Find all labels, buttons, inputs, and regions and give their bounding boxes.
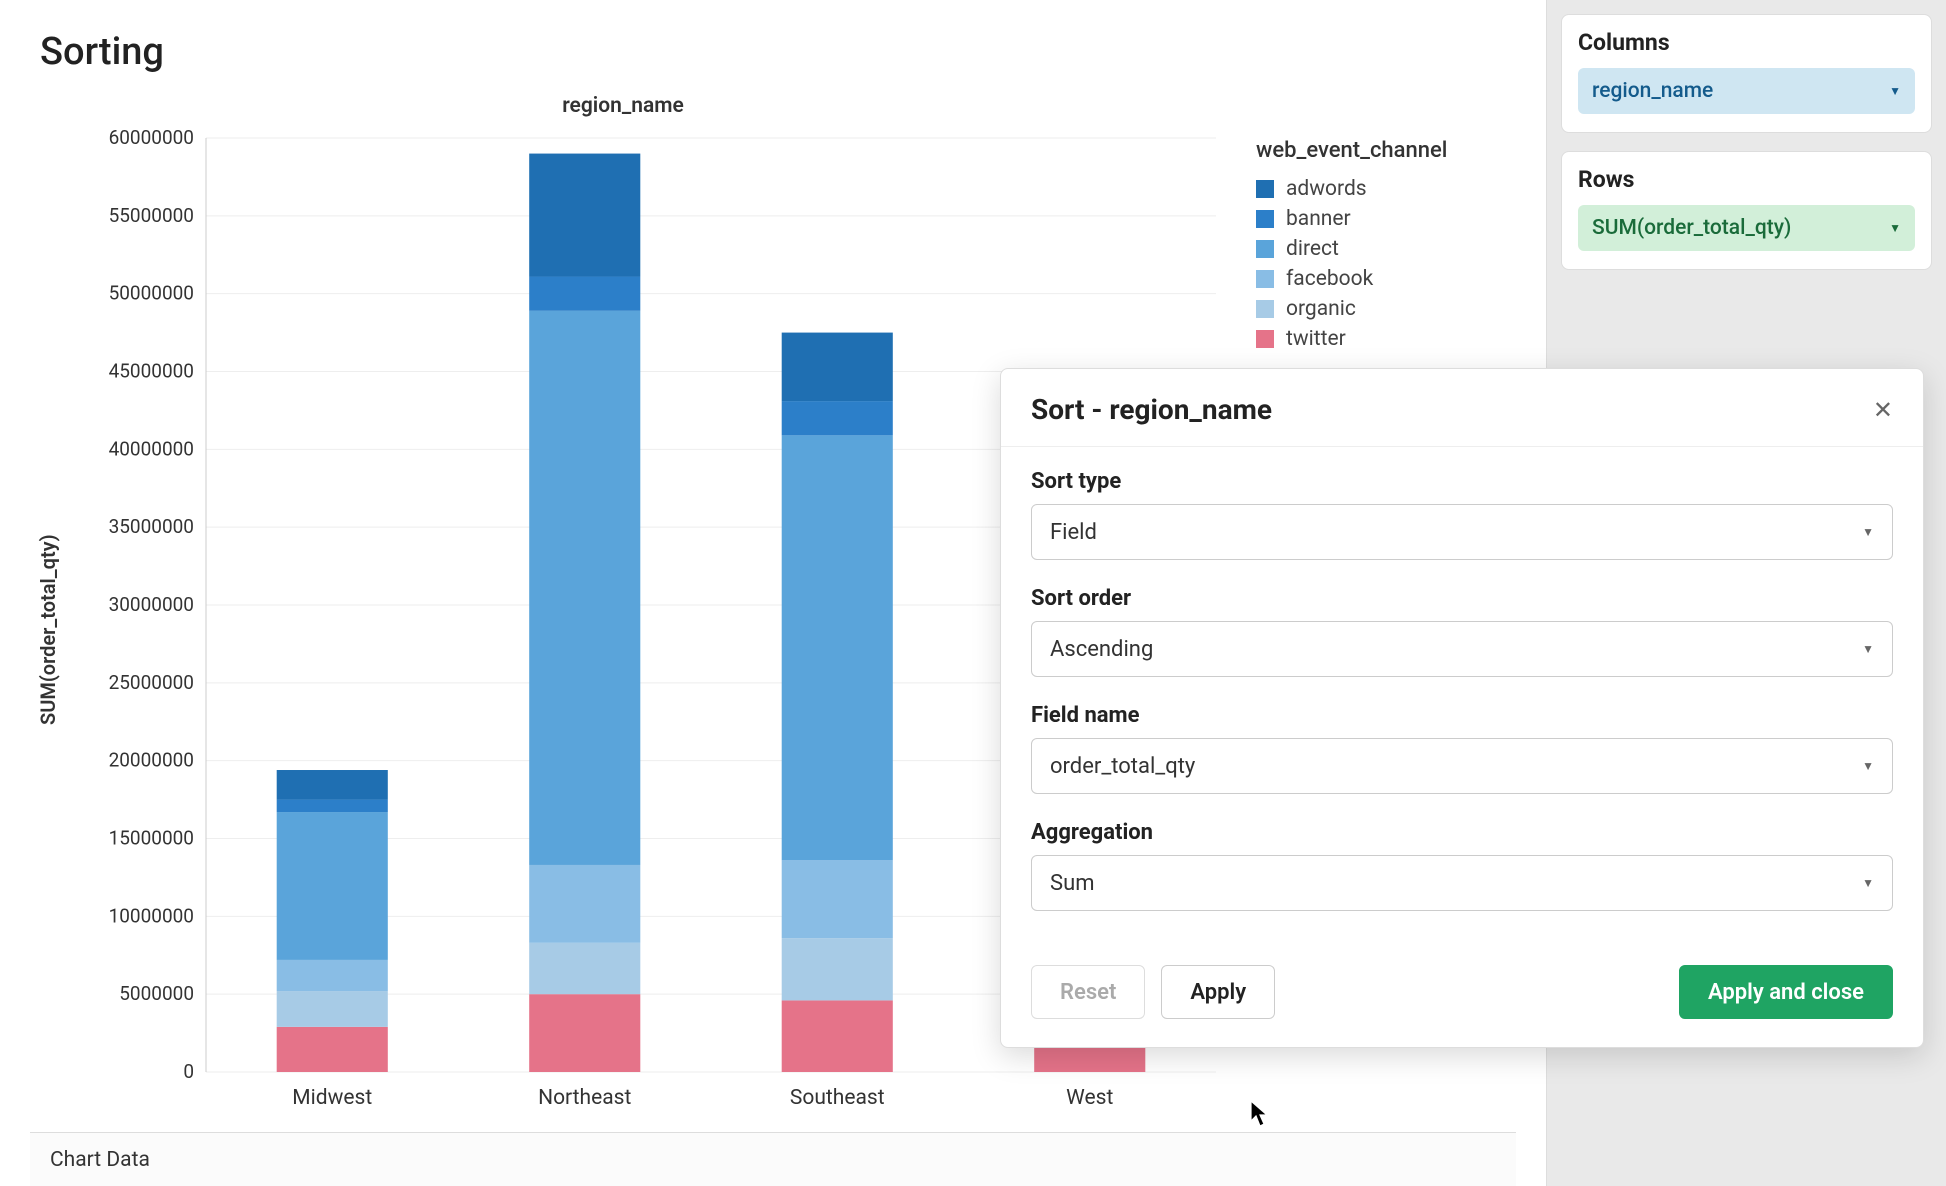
- chevron-down-icon: ▼: [1862, 759, 1874, 773]
- bar-segment[interactable]: [277, 960, 388, 991]
- legend-item[interactable]: facebook: [1256, 267, 1506, 291]
- chevron-down-icon: ▼: [1862, 876, 1874, 890]
- field-name-select[interactable]: order_total_qty ▼: [1031, 738, 1893, 794]
- legend-swatch-icon: [1256, 180, 1274, 198]
- y-tick-label: 55000000: [109, 204, 194, 227]
- chart-subtitle: region_name: [30, 94, 1516, 118]
- y-axis-label: SUM(order_total_qty): [30, 128, 66, 1132]
- y-tick-label: 15000000: [109, 827, 194, 850]
- reset-button[interactable]: Reset: [1031, 965, 1145, 1019]
- legend-swatch-icon: [1256, 270, 1274, 288]
- legend-item[interactable]: banner: [1256, 207, 1506, 231]
- sort-type-select[interactable]: Field ▼: [1031, 504, 1893, 560]
- bar-segment[interactable]: [782, 435, 893, 860]
- bar-segment[interactable]: [782, 938, 893, 1000]
- chart-data-tab[interactable]: Chart Data: [50, 1148, 150, 1172]
- bar-segment[interactable]: [277, 1027, 388, 1072]
- bar-segment[interactable]: [782, 401, 893, 435]
- columns-pill-label: region_name: [1592, 79, 1713, 103]
- modal-title: Sort - region_name: [1031, 393, 1272, 426]
- rows-panel: Rows SUM(order_total_qty) ▼: [1561, 151, 1932, 270]
- chevron-down-icon: ▼: [1862, 525, 1874, 539]
- y-tick-label: 0: [183, 1060, 194, 1083]
- y-tick-label: 10000000: [109, 904, 194, 927]
- legend-item-label: twitter: [1286, 327, 1346, 351]
- bar-segment[interactable]: [782, 860, 893, 938]
- apply-button[interactable]: Apply: [1161, 965, 1275, 1019]
- aggregation-select[interactable]: Sum ▼: [1031, 855, 1893, 911]
- chevron-down-icon: ▼: [1889, 84, 1901, 98]
- columns-panel: Columns region_name ▼: [1561, 14, 1932, 133]
- legend-swatch-icon: [1256, 210, 1274, 228]
- x-tick-label: Midwest: [292, 1086, 372, 1110]
- bar-segment[interactable]: [529, 994, 640, 1072]
- legend-swatch-icon: [1256, 300, 1274, 318]
- legend-item[interactable]: twitter: [1256, 327, 1506, 351]
- sort-order-value: Ascending: [1050, 637, 1153, 662]
- legend-item[interactable]: adwords: [1256, 177, 1506, 201]
- legend-item[interactable]: direct: [1256, 237, 1506, 261]
- legend-swatch-icon: [1256, 240, 1274, 258]
- sort-type-label: Sort type: [1031, 469, 1893, 494]
- y-tick-label: 35000000: [109, 515, 194, 538]
- rows-pill-label: SUM(order_total_qty): [1592, 216, 1791, 240]
- y-tick-label: 40000000: [109, 437, 194, 460]
- y-tick-label: 20000000: [109, 749, 194, 772]
- bar-segment[interactable]: [277, 991, 388, 1027]
- rows-title: Rows: [1578, 166, 1915, 193]
- columns-title: Columns: [1578, 29, 1915, 56]
- legend-item-label: direct: [1286, 237, 1339, 261]
- legend-swatch-icon: [1256, 330, 1274, 348]
- bar-segment[interactable]: [782, 333, 893, 401]
- sort-order-label: Sort order: [1031, 586, 1893, 611]
- bar-segment[interactable]: [529, 277, 640, 311]
- rows-pill-sum-order-total-qty[interactable]: SUM(order_total_qty) ▼: [1578, 205, 1915, 251]
- sort-modal: Sort - region_name ✕ Sort type Field ▼ S…: [1000, 368, 1924, 1048]
- bar-segment[interactable]: [277, 800, 388, 812]
- legend-item-label: organic: [1286, 297, 1356, 321]
- field-name-value: order_total_qty: [1050, 754, 1195, 779]
- bar-segment[interactable]: [529, 154, 640, 277]
- legend-item-label: facebook: [1286, 267, 1373, 291]
- y-tick-label: 5000000: [119, 982, 194, 1005]
- sort-order-select[interactable]: Ascending ▼: [1031, 621, 1893, 677]
- apply-and-close-button[interactable]: Apply and close: [1679, 965, 1893, 1019]
- sort-type-value: Field: [1050, 520, 1097, 545]
- x-tick-label: West: [1066, 1086, 1113, 1110]
- legend-title: web_event_channel: [1256, 138, 1506, 163]
- legend-item-label: adwords: [1286, 177, 1367, 201]
- x-tick-label: Southeast: [790, 1086, 885, 1110]
- bar-segment[interactable]: [782, 1000, 893, 1072]
- y-tick-label: 60000000: [109, 128, 194, 149]
- chevron-down-icon: ▼: [1889, 221, 1901, 235]
- close-icon[interactable]: ✕: [1873, 396, 1893, 424]
- field-name-label: Field name: [1031, 703, 1893, 728]
- bar-segment[interactable]: [529, 943, 640, 994]
- page-title: Sorting: [40, 30, 1516, 74]
- columns-pill-region-name[interactable]: region_name ▼: [1578, 68, 1915, 114]
- y-tick-label: 50000000: [109, 282, 194, 305]
- bar-segment[interactable]: [277, 812, 388, 960]
- x-tick-label: Northeast: [538, 1086, 631, 1110]
- y-tick-label: 30000000: [109, 593, 194, 616]
- aggregation-value: Sum: [1050, 871, 1094, 896]
- legend-item-label: banner: [1286, 207, 1351, 231]
- aggregation-label: Aggregation: [1031, 820, 1893, 845]
- bar-segment[interactable]: [277, 770, 388, 800]
- bar-segment[interactable]: [529, 311, 640, 865]
- y-tick-label: 45000000: [109, 360, 194, 383]
- bar-segment[interactable]: [529, 865, 640, 943]
- chevron-down-icon: ▼: [1862, 642, 1874, 656]
- legend-item[interactable]: organic: [1256, 297, 1506, 321]
- y-tick-label: 25000000: [109, 671, 194, 694]
